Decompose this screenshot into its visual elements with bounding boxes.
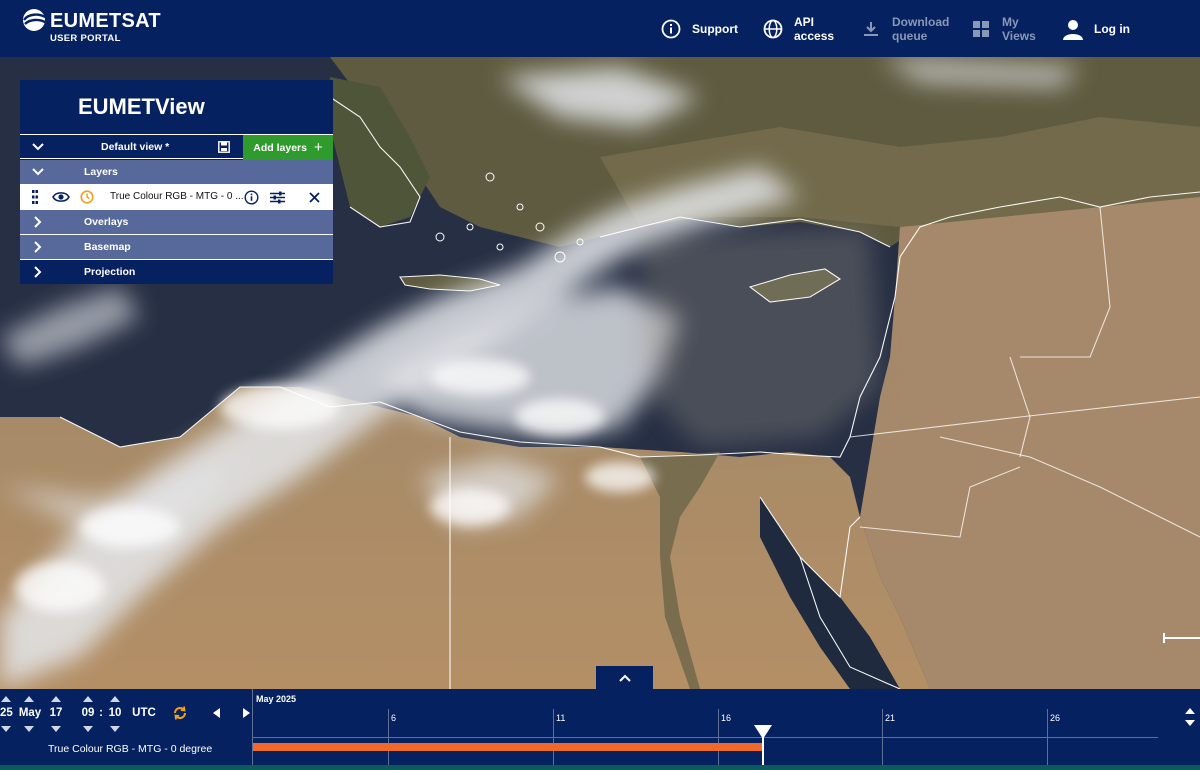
month-down-arrow[interactable]: [24, 726, 34, 732]
section-projection-label: Projection: [84, 266, 136, 278]
timeline-tick: [1047, 709, 1048, 765]
layer-panel: EUMETView Default view * Add layers + La…: [20, 80, 333, 284]
timeline-bar: 25 May 17 09 : 10 UTC True Colour RGB - …: [0, 689, 1200, 770]
sliders-icon[interactable]: [270, 189, 285, 205]
download-label-1: Download: [892, 14, 950, 29]
hour-value[interactable]: 09: [79, 707, 97, 719]
api-access-link[interactable]: API access: [762, 0, 834, 57]
brand-subtitle: USER PORTAL: [50, 33, 121, 44]
add-layers-label: Add layers: [253, 141, 307, 154]
hour-down-arrow[interactable]: [83, 726, 93, 732]
download-queue-link[interactable]: Download queue: [860, 0, 949, 57]
timeline-tick: [882, 709, 883, 765]
timeline-layer-label: True Colour RGB - MTG - 0 degree: [48, 743, 213, 755]
month-up-arrow[interactable]: [24, 696, 34, 702]
chevron-down-icon[interactable]: [20, 142, 56, 151]
info-icon[interactable]: [244, 189, 259, 205]
play-right-icon[interactable]: [241, 708, 251, 718]
timeline-tick: [388, 709, 389, 765]
header-bar: EUMETSAT USER PORTAL Support API access D…: [0, 0, 1200, 57]
section-projection[interactable]: Projection: [20, 260, 333, 284]
timeline-tick-label: 26: [1050, 713, 1061, 723]
timeline-toggle-button[interactable]: [596, 666, 653, 690]
section-overlays-label: Overlays: [84, 216, 129, 228]
section-basemap-label: Basemap: [84, 241, 131, 253]
views-label-1: My: [1002, 14, 1019, 29]
chevron-down-icon[interactable]: [1185, 720, 1195, 726]
eumetsat-logo-icon: [23, 9, 46, 31]
timeline-cursor-handle[interactable]: [754, 725, 772, 739]
section-layers-label: Layers: [84, 166, 118, 178]
login-link[interactable]: Log in: [1062, 0, 1130, 57]
plus-icon: +: [313, 139, 323, 156]
download-icon: [860, 18, 882, 40]
close-icon[interactable]: [309, 189, 320, 205]
timeline-zoom-control[interactable]: [1184, 705, 1196, 729]
timeline-footer-strip: [0, 765, 1200, 770]
day-value[interactable]: 17: [47, 707, 65, 719]
timeline-tick-label: 11: [556, 713, 566, 723]
eye-icon[interactable]: [52, 189, 70, 205]
layer-item[interactable]: True Colour RGB - MTG - 0 ...: [20, 184, 333, 210]
refresh-icon[interactable]: [171, 704, 189, 722]
year-up-arrow[interactable]: [1, 696, 11, 702]
minute-up-arrow[interactable]: [110, 696, 120, 702]
grid-icon: [970, 18, 992, 40]
views-label-2: Views: [1002, 28, 1036, 43]
chevron-down-icon: [20, 168, 56, 176]
time-colon: :: [99, 707, 103, 719]
timeline-start-line: [252, 689, 253, 765]
support-label: Support: [692, 21, 738, 36]
play-left-icon[interactable]: [211, 708, 221, 718]
globe-icon: [762, 18, 784, 40]
eumetsat-logo[interactable]: EUMETSAT USER PORTAL: [22, 7, 162, 51]
timeline-tick-label: 21: [885, 713, 896, 723]
add-layers-button[interactable]: Add layers +: [243, 135, 333, 160]
view-name: Default view *: [101, 141, 170, 153]
minute-down-arrow[interactable]: [110, 726, 120, 732]
day-down-arrow[interactable]: [51, 726, 61, 732]
download-label-2: queue: [892, 28, 928, 43]
chevron-up-icon: [618, 674, 631, 682]
timeline-tick-label: 6: [391, 713, 397, 723]
chevron-right-icon: [20, 266, 56, 278]
user-icon: [1062, 18, 1084, 40]
login-label: Log in: [1094, 21, 1130, 36]
hour-up-arrow[interactable]: [83, 696, 93, 702]
brand-name: EUMETSAT: [50, 10, 161, 32]
year-down-arrow[interactable]: [1, 726, 11, 732]
day-up-arrow[interactable]: [51, 696, 61, 702]
timeline-tick-label: 16: [721, 713, 732, 723]
clock-icon[interactable]: [80, 189, 94, 205]
save-icon[interactable]: [218, 141, 230, 153]
support-link[interactable]: Support: [660, 0, 738, 57]
api-label-2: access: [794, 28, 835, 43]
minute-value[interactable]: 10: [106, 707, 124, 719]
panel-title: EUMETView: [78, 94, 205, 119]
section-layers[interactable]: Layers: [20, 160, 333, 184]
section-overlays[interactable]: Overlays: [20, 210, 333, 234]
timeline-availability-bar: [253, 743, 763, 751]
scale-bar: [1163, 633, 1200, 643]
timezone-label: UTC: [132, 707, 156, 719]
section-basemap[interactable]: Basemap: [20, 235, 333, 259]
chevron-right-icon: [20, 216, 56, 228]
drag-handle-icon[interactable]: [32, 189, 38, 205]
month-value[interactable]: May: [17, 707, 43, 719]
info-icon: [660, 18, 682, 40]
layer-name: True Colour RGB - MTG - 0 ...: [110, 191, 244, 202]
chevron-right-icon: [20, 241, 56, 253]
view-selector[interactable]: Default view * Add layers +: [20, 134, 333, 160]
timeline-tick: [718, 709, 719, 765]
timeline-tick: [553, 709, 554, 765]
chevron-up-icon[interactable]: [1185, 708, 1195, 714]
year-value[interactable]: 25: [0, 707, 13, 719]
timeline-month-label: May 2025: [256, 694, 297, 704]
api-label-1: API: [794, 14, 815, 29]
my-views-link[interactable]: My Views: [970, 0, 1036, 57]
